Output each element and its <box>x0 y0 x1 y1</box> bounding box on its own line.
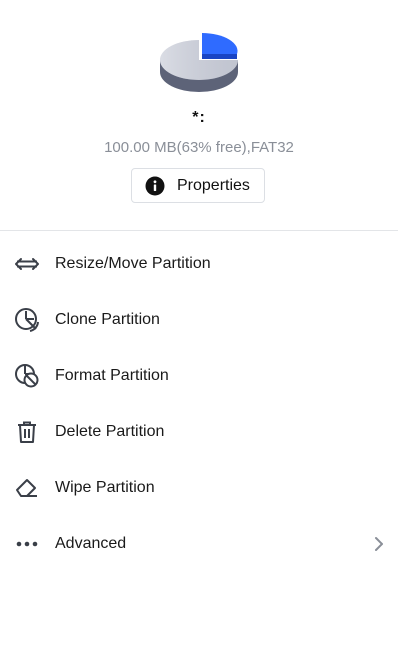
partition-info: 100.00 MB(63% free),FAT32 <box>104 139 294 156</box>
menu-item-label: Clone Partition <box>55 311 160 328</box>
info-icon <box>145 176 165 195</box>
properties-button[interactable]: Properties <box>131 168 265 203</box>
pie-chart-icon <box>160 33 238 92</box>
chevron-right-icon <box>372 534 386 554</box>
pie-used-side <box>202 54 237 59</box>
menu-item-format[interactable]: Format Partition <box>0 348 398 404</box>
menu-item-resize-move[interactable]: Resize/Move Partition <box>0 236 398 292</box>
menu-item-label: Format Partition <box>55 367 169 384</box>
clone-icon <box>14 307 40 333</box>
menu-item-label: Resize/Move Partition <box>55 255 211 272</box>
format-icon <box>14 363 40 389</box>
trash-icon <box>14 419 40 445</box>
drive-letter: *: <box>192 109 206 126</box>
pie-used-slice <box>202 33 238 54</box>
more-dots-icon <box>14 531 40 557</box>
properties-button-label: Properties <box>177 176 250 194</box>
resize-arrows-icon <box>14 251 40 277</box>
menu-item-label: Delete Partition <box>55 423 165 440</box>
menu-item-label: Advanced <box>55 535 127 552</box>
menu-item-delete[interactable]: Delete Partition <box>0 404 398 460</box>
menu-item-label: Wipe Partition <box>55 479 155 496</box>
divider <box>0 230 398 231</box>
menu-item-advanced[interactable]: Advanced <box>0 516 398 572</box>
menu-item-clone[interactable]: Clone Partition <box>0 292 398 348</box>
partition-action-menu: Resize/Move Partition Clone Partition Fo… <box>0 236 398 572</box>
menu-item-wipe[interactable]: Wipe Partition <box>0 460 398 516</box>
partition-summary: *: 100.00 MB(63% free),FAT32 Properties <box>0 0 398 231</box>
eraser-icon <box>14 475 40 501</box>
